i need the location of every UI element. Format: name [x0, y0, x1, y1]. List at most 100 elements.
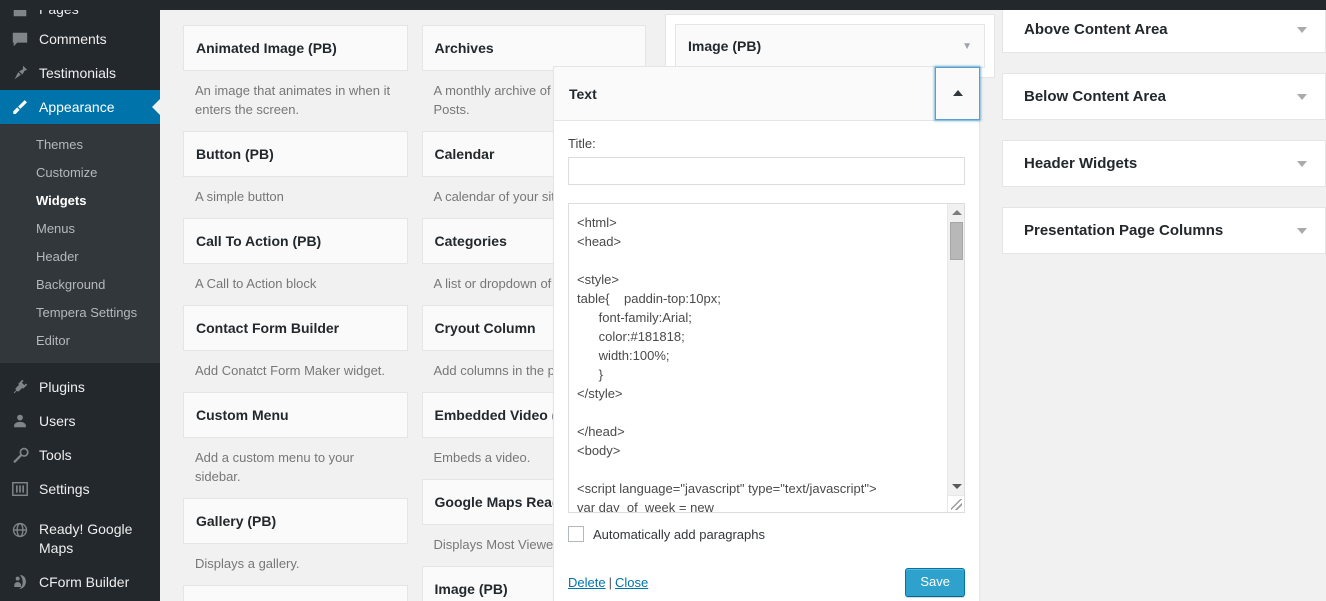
sidebar-item-testimonials[interactable]: Testimonials — [0, 56, 160, 90]
sidebar-item-appearance-label: Appearance — [39, 99, 115, 115]
user-icon — [10, 411, 30, 431]
sidebar-item-users[interactable]: Users — [0, 404, 160, 438]
sidebar-item-settings-label: Settings — [39, 481, 90, 497]
widget-card: Button (PB) A simple button — [183, 131, 408, 218]
footer-links: Delete | Close — [568, 575, 648, 590]
widget-card: Animated Image (PB) An image that animat… — [183, 25, 408, 131]
widget-card: Contact Form Builder Add Conatct Form Ma… — [183, 305, 408, 392]
widget-title[interactable]: Gallery (PB) — [183, 498, 408, 544]
widget-areas-column: Above Content Area Below Content Area He… — [1002, 10, 1326, 274]
globe-icon — [10, 520, 30, 540]
submenu-item-menus[interactable]: Menus — [0, 215, 160, 243]
widget-card: Custom Menu Add a custom menu to your si… — [183, 392, 408, 498]
content-textarea-wrap: <html> <head> <style> table{ paddin-top:… — [568, 203, 965, 513]
widget-area-below-content[interactable]: Below Content Area — [1002, 73, 1326, 120]
link-separator: | — [608, 575, 612, 590]
sidebar-item-tools[interactable]: Tools — [0, 438, 160, 472]
delete-link[interactable]: Delete — [568, 575, 606, 590]
cform-icon — [10, 572, 30, 592]
widget-description: Displays a gallery. — [195, 556, 300, 571]
submenu-item-header[interactable]: Header — [0, 243, 160, 271]
widget-area-title: Below Content Area — [1024, 88, 1166, 105]
admin-sidebar-menu: Pages Comments Testimonials — [0, 0, 160, 601]
pin-icon — [10, 63, 30, 83]
appearance-submenu: Themes Customize Widgets Menus Header Ba… — [0, 124, 160, 363]
submenu-item-editor[interactable]: Editor — [0, 327, 160, 355]
text-widget-title: Text — [569, 85, 597, 102]
text-widget-header: Text — [554, 66, 980, 121]
sidebar-item-ready-google-maps-label: Ready! Google Maps — [39, 521, 133, 556]
plugin-icon — [10, 377, 30, 397]
chevron-down-icon — [1297, 26, 1307, 33]
title-input[interactable] — [568, 157, 965, 185]
widget-title[interactable]: Contact Form Builder — [183, 305, 408, 351]
content-textarea[interactable]: <html> <head> <style> table{ paddin-top:… — [568, 203, 965, 513]
sidebar-item-cform-builder-label: CForm Builder — [39, 574, 130, 590]
widget-description: A Call to Action block — [195, 276, 317, 291]
text-widget-panel: Text Title: <html> <head> <style> table{… — [553, 66, 980, 601]
widget-description: Add a custom menu to your sidebar. — [195, 450, 354, 484]
widget-area-header-widgets[interactable]: Header Widgets — [1002, 140, 1326, 187]
submenu-item-tempera-settings[interactable]: Tempera Settings — [0, 299, 160, 327]
sidebar-item-appearance[interactable]: Appearance — [0, 90, 160, 124]
widget-title[interactable]: Button (PB) — [183, 131, 408, 177]
wrench-icon — [10, 445, 30, 465]
sidebar-item-comments[interactable]: Comments — [0, 22, 160, 56]
widget-area-presentation-page-columns[interactable]: Presentation Page Columns — [1002, 207, 1326, 254]
widget-card: Huge IT gallery — [183, 585, 408, 601]
auto-paragraph-checkbox[interactable] — [568, 526, 584, 542]
title-field-label: Title: — [568, 136, 596, 151]
sidebar-item-tools-label: Tools — [39, 447, 72, 463]
text-widget-footer: Delete | Close Save — [554, 556, 979, 601]
chevron-down-icon: ▼ — [962, 40, 972, 52]
widget-area-title: Header Widgets — [1024, 155, 1138, 172]
menu-separator — [0, 363, 160, 370]
submenu-item-themes[interactable]: Themes — [0, 131, 160, 159]
sidebar-widget-image-pb-label: Image (PB) — [688, 38, 762, 54]
submenu-item-widgets[interactable]: Widgets — [0, 187, 160, 215]
chevron-down-icon — [1297, 93, 1307, 100]
widget-title[interactable]: Archives — [421, 25, 646, 71]
sidebar-item-cform-builder[interactable]: CForm Builder — [0, 565, 160, 599]
scrollbar-thumb[interactable] — [950, 222, 963, 260]
available-widgets-column-left: Animated Image (PB) An image that animat… — [183, 25, 408, 601]
sidebar-widget-image-pb[interactable]: Image (PB) ▼ — [675, 24, 985, 68]
widget-description: A simple button — [195, 189, 284, 204]
wordpress-widgets-admin-screen: Pages Comments Testimonials — [0, 0, 1326, 601]
widget-area-above-content[interactable]: Above Content Area — [1002, 10, 1326, 53]
auto-paragraph-label[interactable]: Automatically add paragraphs — [593, 527, 765, 542]
resize-grip-icon[interactable] — [947, 495, 964, 512]
widget-title[interactable]: Call To Action (PB) — [183, 218, 408, 264]
chevron-down-icon — [1297, 227, 1307, 234]
comments-icon — [10, 29, 30, 49]
close-link[interactable]: Close — [615, 575, 648, 590]
sidebar-item-plugins[interactable]: Plugins — [0, 370, 160, 404]
scroll-down-arrow-icon[interactable] — [948, 479, 965, 494]
menu-separator-2 — [0, 506, 160, 513]
save-button[interactable]: Save — [905, 568, 965, 597]
admin-bar — [0, 0, 1326, 10]
sidebar-item-comments-label: Comments — [39, 31, 107, 47]
widget-title[interactable]: Animated Image (PB) — [183, 25, 408, 71]
sidebar-item-users-label: Users — [39, 413, 76, 429]
widget-area-title: Presentation Page Columns — [1024, 222, 1224, 239]
text-widget-collapse-toggle[interactable] — [935, 66, 980, 120]
sidebar-item-ready-google-maps[interactable]: Ready! Google Maps — [0, 513, 160, 565]
sidebar-item-plugins-label: Plugins — [39, 379, 85, 395]
widget-title[interactable]: Custom Menu — [183, 392, 408, 438]
chevron-down-icon — [1297, 160, 1307, 167]
widget-description: Add Conatct Form Maker widget. — [195, 363, 386, 378]
submenu-item-customize[interactable]: Customize — [0, 159, 160, 187]
textarea-scrollbar[interactable] — [947, 204, 964, 512]
chevron-up-icon — [952, 90, 963, 96]
auto-paragraph-row: Automatically add paragraphs — [568, 526, 965, 542]
widget-description: An image that animates in when it enters… — [195, 83, 391, 117]
sidebar-item-testimonials-label: Testimonials — [39, 65, 117, 81]
submenu-item-background[interactable]: Background — [0, 271, 160, 299]
widget-title[interactable]: Huge IT gallery — [183, 585, 408, 601]
widget-area-title: Above Content Area — [1024, 21, 1168, 38]
appearance-brush-icon — [10, 97, 30, 117]
widget-card: Gallery (PB) Displays a gallery. — [183, 498, 408, 585]
sidebar-item-settings[interactable]: Settings — [0, 472, 160, 506]
scroll-up-arrow-icon[interactable] — [948, 205, 965, 220]
